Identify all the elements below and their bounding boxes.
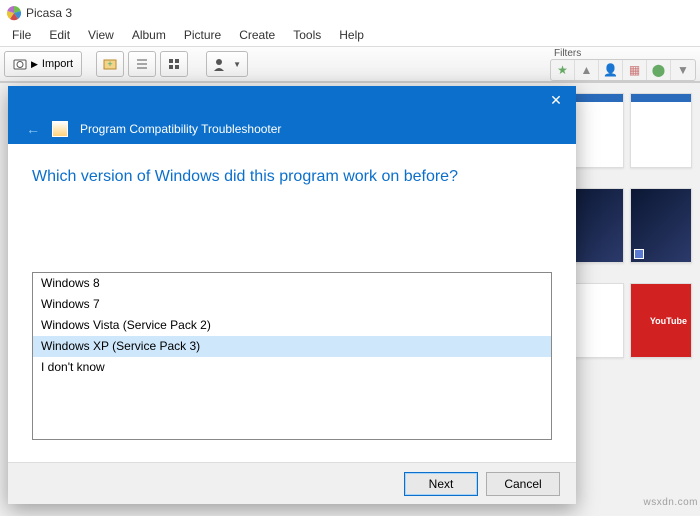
people-button[interactable]: ▼ xyxy=(206,51,248,77)
watermark: wsxdn.com xyxy=(643,497,698,508)
dialog-close-button[interactable]: ✕ xyxy=(536,86,576,114)
app-titlebar: Picasa 3 xyxy=(0,0,700,26)
os-option-selected[interactable]: Windows XP (Service Pack 3) xyxy=(33,336,551,357)
menu-tools[interactable]: Tools xyxy=(285,26,329,46)
dialog-question: Which version of Windows did this progra… xyxy=(32,168,552,186)
dialog-header: ← Program Compatibility Troubleshooter xyxy=(8,114,576,144)
import-label: Import xyxy=(42,58,73,70)
svg-text:+: + xyxy=(107,59,112,69)
add-folder-icon: + xyxy=(103,57,117,71)
thumbnail[interactable] xyxy=(630,188,692,263)
dialog-body: Which version of Windows did this progra… xyxy=(8,144,576,440)
thumbnail[interactable]: YouTube xyxy=(630,283,692,358)
menu-edit[interactable]: Edit xyxy=(41,26,78,46)
compat-troubleshooter-dialog: ✕ ← Program Compatibility Troubleshooter… xyxy=(8,86,576,504)
add-folder-button[interactable]: + xyxy=(96,51,124,77)
troubleshooter-icon xyxy=(52,121,68,137)
next-button[interactable]: Next xyxy=(404,472,478,496)
menu-picture[interactable]: Picture xyxy=(176,26,229,46)
list-icon xyxy=(135,57,149,71)
filter-person[interactable]: 👤 xyxy=(599,60,623,80)
os-version-list[interactable]: Windows 8 Windows 7 Windows Vista (Servi… xyxy=(32,272,552,440)
close-icon: ✕ xyxy=(550,92,562,109)
youtube-label: YouTube xyxy=(650,316,687,326)
app-title: Picasa 3 xyxy=(26,6,72,20)
os-option[interactable]: Windows 8 xyxy=(33,273,551,294)
picasa-logo-icon xyxy=(6,5,22,21)
menu-file[interactable]: File xyxy=(4,26,39,46)
menu-help[interactable]: Help xyxy=(331,26,372,46)
filter-up[interactable]: ▲ xyxy=(575,60,599,80)
menu-view[interactable]: View xyxy=(80,26,122,46)
os-option[interactable]: Windows Vista (Service Pack 2) xyxy=(33,315,551,336)
list-view-button[interactable] xyxy=(128,51,156,77)
menu-create[interactable]: Create xyxy=(231,26,283,46)
os-option[interactable]: Windows 7 xyxy=(33,294,551,315)
menubar: File Edit View Album Picture Create Tool… xyxy=(0,26,700,46)
os-option[interactable]: I don't know xyxy=(33,357,551,378)
filters-block: Filters ★ ▲ 👤 ▦ ⬤ ▼ xyxy=(550,48,696,81)
thumbnails-panel: YouTube xyxy=(562,93,692,378)
thumbnail[interactable] xyxy=(630,93,692,168)
grid-view-button[interactable] xyxy=(160,51,188,77)
back-arrow-icon[interactable]: ← xyxy=(26,121,40,137)
chevron-down-icon: ▼ xyxy=(233,60,241,69)
dialog-header-title: Program Compatibility Troubleshooter xyxy=(80,122,281,136)
toolbar: ▶ Import + ▼ Filters ★ ▲ 👤 ▦ ⬤ ▼ xyxy=(0,46,700,82)
filter-movie[interactable]: ▦ xyxy=(623,60,647,80)
camera-icon xyxy=(13,57,27,71)
filters-label: Filters xyxy=(550,48,696,59)
grid-icon xyxy=(167,57,181,71)
dialog-footer: Next Cancel xyxy=(8,462,576,504)
filters-row: ★ ▲ 👤 ▦ ⬤ ▼ xyxy=(550,59,696,81)
filter-geo[interactable]: ⬤ xyxy=(647,60,671,80)
filter-down[interactable]: ▼ xyxy=(671,60,695,80)
dialog-titlebar: ✕ xyxy=(8,86,576,114)
import-button[interactable]: ▶ Import xyxy=(4,51,82,77)
play-icon: ▶ xyxy=(31,59,38,70)
filter-star[interactable]: ★ xyxy=(551,60,575,80)
cancel-button[interactable]: Cancel xyxy=(486,472,560,496)
menu-album[interactable]: Album xyxy=(124,26,174,46)
person-icon xyxy=(213,57,229,71)
